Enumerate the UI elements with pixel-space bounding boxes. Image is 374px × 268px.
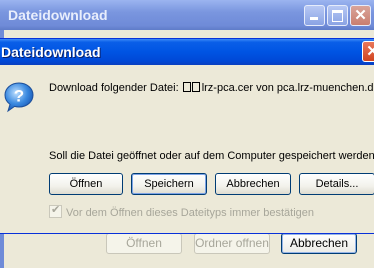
question-icon: ? [4, 82, 34, 113]
dialog-title: Dateidownload [1, 44, 101, 60]
close-icon[interactable]: ✕ [350, 5, 371, 26]
download-file-text: Download folgender Datei: lrz-pca.cer vo… [49, 82, 374, 95]
cancel-button[interactable]: Abbrechen [281, 233, 357, 254]
confirm-checkbox-row[interactable]: ✔ Vor dem Öffnen dieses Dateityps immer b… [49, 204, 315, 219]
save-button[interactable]: Speichern [131, 173, 207, 195]
open-folder-button-disabled: Ordner offnen [194, 233, 270, 254]
maximize-icon[interactable] [327, 5, 348, 26]
background-title-bar: Dateidownload ✕ [0, 0, 374, 31]
cancel-button[interactable]: Abbrechen [215, 173, 291, 195]
details-button[interactable]: Details... [299, 173, 374, 195]
background-window-title: Dateidownload [8, 7, 108, 23]
confirm-checkbox[interactable]: ✔ [49, 204, 62, 218]
unrenderable-glyphs [182, 82, 201, 95]
download-prefix: Download folgender Datei: [49, 82, 182, 94]
open-button-disabled: Öffnen [106, 233, 182, 254]
dialog-title-bar[interactable]: Dateidownload ✕ [0, 39, 374, 65]
download-filename-source: lrz-pca.cer von pca.lrz-muenchen.de [201, 82, 374, 94]
open-button[interactable]: Öffnen [49, 173, 123, 195]
svg-text:?: ? [14, 87, 24, 106]
checkmark-icon: ✔ [51, 204, 61, 216]
dialog-question: Soll die Datei geöffnet oder auf dem Com… [49, 150, 374, 162]
minimize-icon[interactable] [304, 5, 325, 26]
download-dialog: Dateidownload ✕ ? Download folgender Dat… [0, 38, 374, 234]
dialog-close-button[interactable]: ✕ [362, 41, 374, 62]
confirm-checkbox-label: Vor dem Öffnen dieses Dateityps immer be… [66, 207, 315, 219]
